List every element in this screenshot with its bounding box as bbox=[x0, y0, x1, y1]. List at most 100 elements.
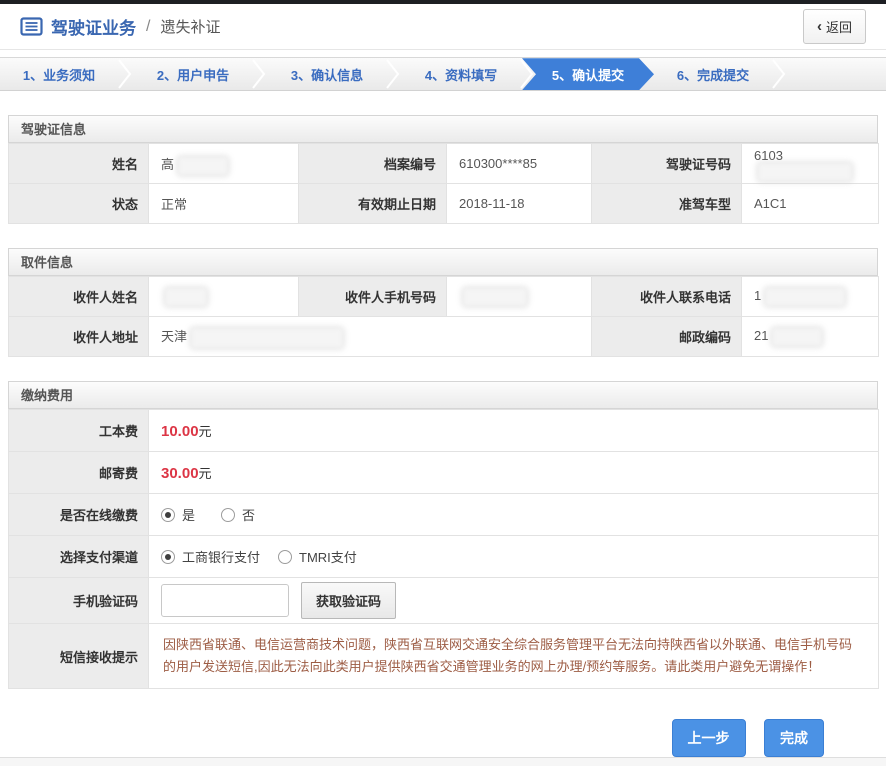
license-info-section: 驾驶证信息 姓名 高 档案编号 610300****85 驾驶证号码 6103 … bbox=[8, 115, 878, 224]
table-row: 收件人姓名 收件人手机号码 收件人联系电话 1 bbox=[9, 277, 879, 317]
license-number-value: 6103 bbox=[742, 144, 879, 184]
postage-fee-value: 30.00元 bbox=[149, 452, 879, 494]
table-row: 工本费 10.00元 bbox=[9, 410, 879, 452]
sms-code-input[interactable] bbox=[161, 584, 289, 617]
file-number-value: 610300****85 bbox=[447, 144, 592, 184]
postcode-value: 21 bbox=[742, 317, 879, 357]
chevron-left-icon: ‹ bbox=[817, 19, 822, 34]
recipient-name-label: 收件人姓名 bbox=[9, 277, 149, 317]
table-row: 邮寄费 30.00元 bbox=[9, 452, 879, 494]
wizard-steps: 1、业务须知 2、用户申告 3、确认信息 4、资料填写 5、确认提交 6、完成提… bbox=[0, 57, 886, 91]
license-number-label: 驾驶证号码 bbox=[592, 144, 742, 184]
radio-checked-icon[interactable] bbox=[161, 550, 175, 564]
page: 驾驶证业务 / 遗失补证 ‹ 返回 1、业务须知 2、用户申告 3、确认信息 4… bbox=[0, 0, 886, 766]
table-row: 选择支付渠道 工商银行支付 TMRI支付 bbox=[9, 536, 879, 578]
online-pay-options: 是 否 bbox=[149, 494, 879, 536]
fee-unit: 元 bbox=[199, 424, 212, 439]
fees-section-title: 缴纳费用 bbox=[8, 381, 878, 409]
radio-option-icbc[interactable]: 工商银行支付 bbox=[161, 547, 260, 566]
pickup-info-section: 取件信息 收件人姓名 收件人手机号码 收件人联系电话 1 收件人地址 天津 邮政… bbox=[8, 248, 878, 357]
recipient-phone-value: 1 bbox=[742, 277, 879, 317]
recipient-mobile-label: 收件人手机号码 bbox=[299, 277, 447, 317]
redaction-blur bbox=[464, 289, 526, 305]
breadcrumb-separator: / bbox=[146, 18, 150, 36]
payment-channel-options: 工商银行支付 TMRI支付 bbox=[149, 536, 879, 578]
expiry-label: 有效期止日期 bbox=[299, 184, 447, 224]
table-row: 手机验证码 获取验证码 bbox=[9, 578, 879, 624]
table-row: 姓名 高 档案编号 610300****85 驾驶证号码 6103 bbox=[9, 144, 879, 184]
recipient-address-value: 天津 bbox=[149, 317, 592, 357]
redaction-blur bbox=[773, 329, 821, 345]
radio-option-tmri[interactable]: TMRI支付 bbox=[278, 547, 357, 566]
vehicle-class-label: 准驾车型 bbox=[592, 184, 742, 224]
footer-divider bbox=[0, 757, 886, 766]
radio-unchecked-icon[interactable] bbox=[278, 550, 292, 564]
step-divider-icon bbox=[772, 58, 788, 90]
production-fee-label: 工本费 bbox=[9, 410, 149, 452]
step-3-confirm-info[interactable]: 3、确认信息 bbox=[268, 58, 386, 90]
page-title: 驾驶证业务 / 遗失补证 bbox=[20, 14, 220, 39]
status-value: 正常 bbox=[149, 184, 299, 224]
fees-section: 缴纳费用 工本费 10.00元 邮寄费 30.00元 是否在线缴费 bbox=[8, 381, 878, 689]
recipient-mobile-value bbox=[447, 277, 592, 317]
recipient-phone-label: 收件人联系电话 bbox=[592, 277, 742, 317]
get-code-button[interactable]: 获取验证码 bbox=[301, 582, 396, 619]
finish-button[interactable]: 完成 bbox=[764, 719, 824, 757]
app-header: 驾驶证业务 / 遗失补证 ‹ 返回 bbox=[0, 4, 886, 50]
fee-unit: 元 bbox=[199, 466, 212, 481]
step-6-complete-submit[interactable]: 6、完成提交 bbox=[654, 58, 772, 90]
step-divider-icon bbox=[118, 58, 134, 90]
table-row: 是否在线缴费 是 否 bbox=[9, 494, 879, 536]
file-number-label: 档案编号 bbox=[299, 144, 447, 184]
radio-label: TMRI支付 bbox=[299, 547, 357, 566]
radio-label: 是 bbox=[182, 505, 195, 524]
previous-step-button[interactable]: 上一步 bbox=[672, 719, 746, 757]
form-actions: 上一步 完成 bbox=[0, 719, 824, 757]
page-title-sub: 遗失补证 bbox=[160, 16, 220, 37]
status-label: 状态 bbox=[9, 184, 149, 224]
redaction-blur bbox=[759, 164, 851, 180]
license-info-table: 姓名 高 档案编号 610300****85 驾驶证号码 6103 状态 正常 … bbox=[8, 143, 879, 224]
redaction-blur bbox=[166, 289, 206, 305]
pickup-section-title: 取件信息 bbox=[8, 248, 878, 276]
sms-notice-label: 短信接收提示 bbox=[9, 624, 149, 689]
radio-label: 否 bbox=[242, 505, 255, 524]
vehicle-class-value: A1C1 bbox=[742, 184, 879, 224]
sms-notice-text: 因陕西省联通、电信运营商技术问题，陕西省互联网交通安全综合服务管理平台无法向持陕… bbox=[149, 624, 879, 689]
step-2-user-declaration[interactable]: 2、用户申告 bbox=[134, 58, 252, 90]
name-label: 姓名 bbox=[9, 144, 149, 184]
step-5-confirm-submit-active[interactable]: 5、确认提交 bbox=[522, 58, 654, 90]
expiry-value: 2018-11-18 bbox=[447, 184, 592, 224]
table-row: 状态 正常 有效期止日期 2018-11-18 准驾车型 A1C1 bbox=[9, 184, 879, 224]
form-list-icon bbox=[20, 17, 43, 36]
back-button[interactable]: ‹ 返回 bbox=[803, 9, 866, 44]
redaction-blur bbox=[766, 289, 844, 305]
step-1-business-notice[interactable]: 1、业务须知 bbox=[0, 58, 118, 90]
steps-tail bbox=[788, 58, 886, 90]
page-title-main: 驾驶证业务 bbox=[51, 14, 136, 39]
sms-code-row: 获取验证码 bbox=[149, 578, 879, 624]
radio-checked-icon[interactable] bbox=[161, 508, 175, 522]
radio-option-no[interactable]: 否 bbox=[221, 505, 255, 524]
step-4-fill-data[interactable]: 4、资料填写 bbox=[402, 58, 520, 90]
fee-amount: 10.00 bbox=[161, 423, 199, 440]
step-divider-icon bbox=[252, 58, 268, 90]
fee-amount: 30.00 bbox=[161, 465, 199, 482]
table-row: 收件人地址 天津 邮政编码 21 bbox=[9, 317, 879, 357]
pickup-info-table: 收件人姓名 收件人手机号码 收件人联系电话 1 收件人地址 天津 邮政编码 21 bbox=[8, 276, 879, 357]
postcode-label: 邮政编码 bbox=[592, 317, 742, 357]
header-gap bbox=[0, 50, 886, 57]
radio-label: 工商银行支付 bbox=[182, 547, 260, 566]
radio-option-yes[interactable]: 是 bbox=[161, 505, 195, 524]
redaction-blur bbox=[179, 158, 227, 174]
online-pay-label: 是否在线缴费 bbox=[9, 494, 149, 536]
radio-unchecked-icon[interactable] bbox=[221, 508, 235, 522]
name-value: 高 bbox=[149, 144, 299, 184]
production-fee-value: 10.00元 bbox=[149, 410, 879, 452]
postage-fee-label: 邮寄费 bbox=[9, 452, 149, 494]
payment-channel-label: 选择支付渠道 bbox=[9, 536, 149, 578]
sms-code-label: 手机验证码 bbox=[9, 578, 149, 624]
redaction-blur bbox=[192, 329, 342, 347]
back-button-label: 返回 bbox=[826, 17, 852, 36]
step-divider-icon bbox=[386, 58, 402, 90]
